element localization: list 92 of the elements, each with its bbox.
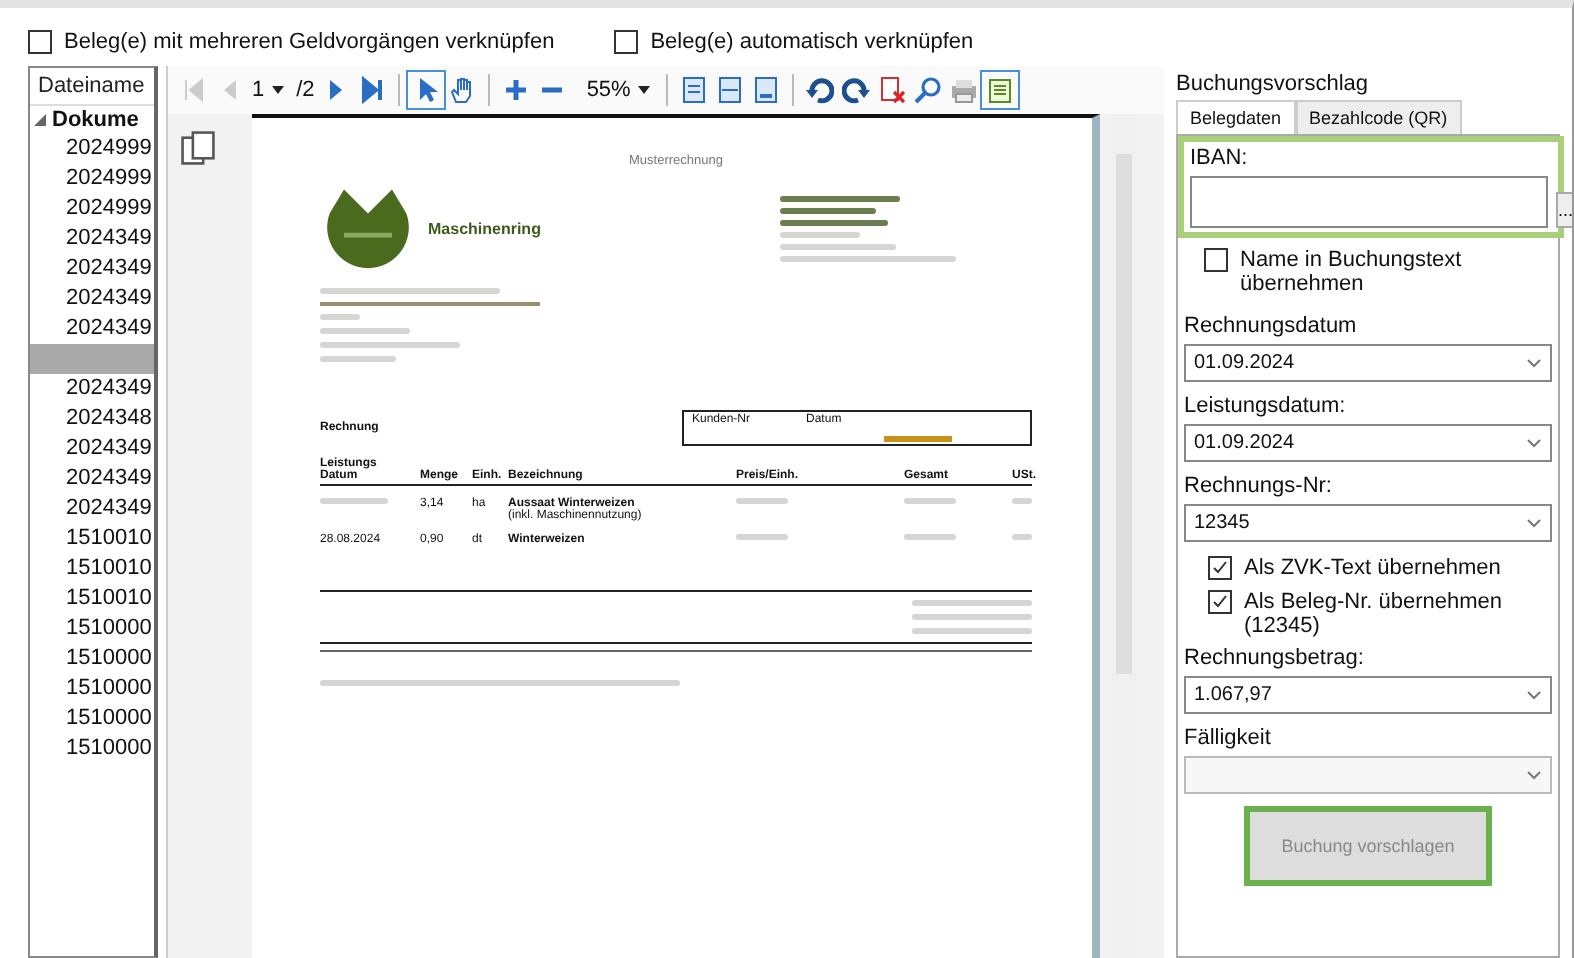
blurred-text	[912, 628, 1032, 634]
file-item[interactable]: 2024999	[30, 134, 154, 164]
chevron-down-icon	[1526, 690, 1542, 700]
browse-button[interactable]: ...	[1556, 192, 1572, 228]
panel-title: Buchungsvorschlag	[1176, 72, 1371, 96]
iban-field[interactable]	[1190, 176, 1548, 228]
blurred-text	[780, 219, 888, 225]
file-item[interactable]: 2024999	[30, 164, 154, 194]
checkbox[interactable]	[1204, 248, 1228, 272]
checkbox[interactable]	[614, 30, 639, 54]
field-label: Fälligkeit	[1184, 726, 1273, 750]
page-count: /2	[296, 78, 315, 102]
checkbox[interactable]	[28, 30, 52, 54]
checkbox-label: Name in Buchungstext übernehmen	[1240, 248, 1464, 296]
file-item[interactable]: 1510000	[30, 674, 154, 704]
expand-icon[interactable]	[34, 114, 46, 126]
page-number[interactable]: 1	[252, 78, 265, 102]
blurred-text	[320, 356, 396, 362]
file-item[interactable]: 2024349	[30, 314, 154, 344]
tab[interactable]: Bezahlcode (QR)	[1295, 100, 1462, 134]
file-item[interactable]: 2024349	[30, 254, 154, 284]
blurred-text	[736, 534, 788, 540]
file-item[interactable]: 1510000	[30, 734, 154, 764]
blurred-text	[320, 328, 410, 334]
fit-width-icon[interactable]	[716, 76, 745, 104]
file-item[interactable]: 1510000	[30, 644, 154, 674]
chevron-down-icon	[1526, 770, 1542, 780]
fit-page-icon[interactable]	[680, 76, 709, 104]
checkbox-label: Als ZVK-Text übernehmen	[1244, 556, 1501, 580]
file-item[interactable]: 2024349	[30, 374, 154, 404]
zoom-level[interactable]: 55%	[586, 78, 631, 102]
print-icon[interactable]	[950, 76, 979, 104]
file-item[interactable]: 2024349	[30, 434, 154, 464]
blurred-text	[320, 342, 460, 348]
blurred-text	[780, 195, 900, 201]
dropdown-field[interactable]: 12345	[1184, 504, 1552, 542]
chevron-down-icon	[1526, 438, 1542, 448]
field-label: Rechnungsdatum	[1184, 314, 1359, 338]
chevron-down-icon	[1526, 358, 1542, 368]
tree-group[interactable]: Dokume	[52, 108, 139, 132]
dropdown-icon[interactable]	[638, 86, 651, 94]
blurred-text	[780, 231, 860, 237]
file-item[interactable]: 1510010	[30, 584, 154, 614]
file-item[interactable]: 1510000	[30, 704, 154, 734]
pages-icon[interactable]	[180, 130, 216, 166]
chevron-down-icon	[1526, 518, 1542, 528]
column-header[interactable]: Dateiname	[30, 68, 154, 106]
dropdown-field[interactable]: 01.09.2024	[1184, 424, 1552, 462]
field-label: Leistungsdatum:	[1184, 394, 1348, 418]
hand-icon[interactable]	[448, 76, 477, 104]
last-page-icon[interactable]	[358, 76, 387, 104]
option-label: Beleg(e) mit mehreren Geldvorgängen verknüpfen	[64, 30, 555, 54]
option-label: Beleg(e) automatisch verknüpfen	[650, 30, 974, 54]
field-label: Rechnungsbetrag:	[1184, 646, 1366, 670]
file-item[interactable]: 1510000	[30, 614, 154, 644]
file-item[interactable]: 2024999	[30, 194, 154, 224]
notes-icon[interactable]	[986, 76, 1015, 104]
file-item[interactable]: 2024349	[30, 494, 154, 524]
field-label: IBAN:	[1190, 146, 1250, 170]
zoom-in-icon[interactable]	[502, 76, 531, 104]
rotate-left-icon[interactable]	[806, 76, 835, 104]
blurred-text	[320, 498, 388, 504]
pointer-icon[interactable]	[412, 76, 441, 104]
file-item[interactable]: 2024349	[30, 224, 154, 254]
blurred-text	[780, 243, 896, 249]
blurred-text	[320, 314, 360, 320]
dropdown-field[interactable]: 01.09.2024	[1184, 344, 1552, 382]
file-item[interactable]: 2024349	[30, 284, 154, 314]
blurred-text	[912, 600, 1032, 606]
blurred-text	[1012, 534, 1032, 540]
dropdown-icon[interactable]	[272, 86, 285, 94]
blurred-text	[736, 498, 788, 504]
actual-size-icon[interactable]	[752, 76, 781, 104]
file-item[interactable]: 1510010	[30, 554, 154, 584]
tab[interactable]: Belegdaten	[1176, 100, 1296, 134]
blurred-text	[780, 207, 876, 213]
checkbox[interactable]	[1208, 556, 1232, 580]
blurred-text	[904, 498, 956, 504]
company-name: Maschinenring	[428, 219, 543, 237]
dropdown-field[interactable]: 1.067,97	[1184, 676, 1552, 714]
blurred-text	[904, 534, 956, 540]
search-icon[interactable]	[914, 76, 943, 104]
blurred-text	[1012, 498, 1032, 504]
checkbox-label: Als Beleg-Nr. übernehmen (12345)	[1244, 590, 1505, 638]
file-item[interactable]: 1510010	[30, 524, 154, 554]
checkbox[interactable]	[1208, 590, 1232, 614]
delete-document-icon[interactable]	[878, 76, 907, 104]
field-label: Rechnungs-Nr:	[1184, 474, 1334, 498]
blurred-text	[912, 614, 1032, 620]
file-item[interactable]: 2024348	[30, 404, 154, 434]
rotate-right-icon[interactable]	[842, 76, 871, 104]
file-item[interactable]: 2024349	[30, 464, 154, 494]
